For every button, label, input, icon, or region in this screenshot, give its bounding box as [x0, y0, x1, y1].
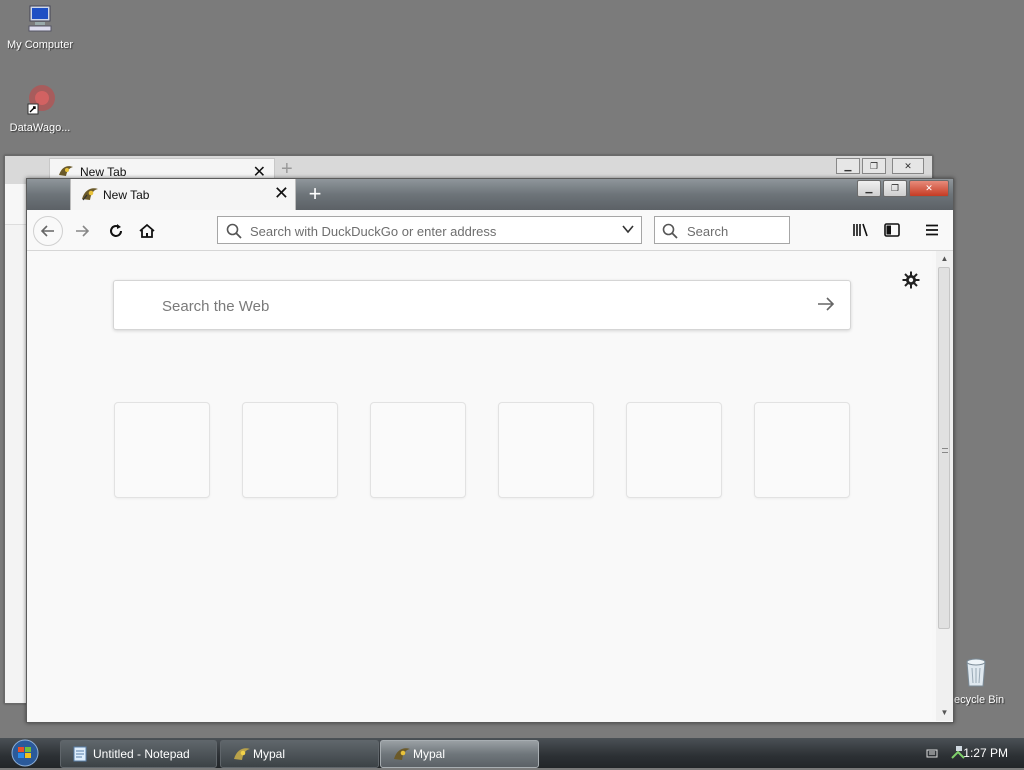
new-tab-page: [27, 251, 932, 721]
address-input[interactable]: [248, 220, 612, 242]
close-button[interactable]: ✕: [909, 180, 949, 197]
notepad-icon: [73, 746, 87, 765]
tab-close-icon[interactable]: ✕: [274, 183, 289, 204]
home-icon: [139, 223, 155, 238]
scrollbar-thumb[interactable]: [938, 267, 950, 629]
vertical-scrollbar[interactable]: ▲ ▼: [936, 251, 953, 721]
window-controls: ▁ ❐ ✕: [857, 180, 949, 197]
arrow-left-icon: [40, 225, 54, 237]
top-site-tile[interactable]: [242, 402, 338, 498]
mypal-favicon-icon: [81, 186, 99, 205]
windows-logo-icon: [11, 739, 39, 767]
top-site-tile[interactable]: [114, 402, 210, 498]
navigation-toolbar: [27, 210, 953, 251]
reload-icon: [110, 224, 122, 237]
search-bar[interactable]: [654, 216, 790, 244]
top-sites-grid: [114, 402, 850, 498]
background-minimize-button[interactable]: ▁: [836, 158, 860, 174]
menu-button[interactable]: [920, 218, 944, 242]
desktop-icon-recycle-bin[interactable]: ecycle Bin: [944, 656, 1024, 706]
search-input[interactable]: [685, 220, 785, 242]
desktop-icon-label: My Computer: [6, 39, 74, 51]
mypal-icon: [393, 746, 411, 765]
scrollbar-grip-icon: [942, 448, 948, 453]
home-button[interactable]: [134, 218, 160, 244]
taskbar-item-mypal-active[interactable]: Mypal: [380, 740, 539, 768]
library-icon: [853, 223, 868, 237]
background-tab-title: New Tab: [80, 165, 127, 179]
tab-new-tab[interactable]: New Tab ✕: [70, 179, 296, 210]
scroll-down-icon[interactable]: ▼: [936, 705, 953, 721]
taskbar-item-label: Untitled - Notepad: [93, 747, 190, 761]
library-button[interactable]: [849, 218, 873, 242]
computer-icon: [0, 3, 80, 36]
titlebar: New Tab ✕ + ▁ ❐ ✕: [27, 179, 953, 210]
arrow-right-icon: [76, 225, 90, 237]
top-site-tile[interactable]: [626, 402, 722, 498]
forward-button[interactable]: [69, 218, 95, 244]
search-icon: [226, 223, 242, 242]
desktop-icon-label: DataWago...: [9, 122, 71, 134]
taskbar-item-mypal[interactable]: Mypal: [220, 740, 379, 768]
background-restore-button[interactable]: ❐: [862, 158, 886, 174]
sidebar-toggle-button[interactable]: [880, 218, 904, 242]
address-bar[interactable]: [217, 216, 642, 244]
sidebar-icon: [884, 223, 900, 237]
top-site-tile[interactable]: [754, 402, 850, 498]
background-close-button[interactable]: ✕: [892, 158, 924, 174]
reload-button[interactable]: [103, 218, 129, 244]
arrow-right-icon[interactable]: [816, 295, 836, 316]
datawagon-shortcut-icon: [0, 84, 80, 119]
mypal-icon: [233, 746, 251, 765]
browser-window[interactable]: New Tab ✕ + ▁ ❐ ✕ Search with DuckDuckGo…: [26, 178, 954, 723]
keyboard-icon[interactable]: [926, 747, 938, 762]
hamburger-menu-icon: [926, 224, 938, 236]
start-button[interactable]: [8, 739, 42, 767]
new-tab-button[interactable]: +: [301, 180, 329, 208]
minimize-button[interactable]: ▁: [857, 180, 881, 197]
clock[interactable]: 1:27 PM: [963, 746, 1008, 760]
taskbar-item-label: Mypal: [413, 747, 446, 761]
taskbar: Untitled - Notepad Mypal Mypal 1:27 PM: [0, 738, 1024, 768]
web-search-input[interactable]: [160, 293, 764, 319]
web-search-box[interactable]: [113, 280, 851, 330]
gear-icon[interactable]: [902, 271, 920, 292]
tab-title: New Tab: [103, 188, 150, 202]
taskbar-item-notepad[interactable]: Untitled - Notepad: [60, 740, 217, 768]
scroll-up-icon[interactable]: ▲: [936, 251, 953, 267]
restore-button[interactable]: ❐: [883, 180, 907, 197]
recycle-bin-icon: [962, 656, 1024, 691]
desktop-icon-datawagon[interactable]: DataWago...: [0, 84, 80, 134]
back-button[interactable]: [33, 216, 63, 246]
system-tray: 1:27 PM: [894, 738, 1024, 768]
chevron-down-icon[interactable]: [621, 222, 635, 239]
top-site-tile[interactable]: [498, 402, 594, 498]
search-icon: [662, 223, 678, 242]
desktop-icon-label: ecycle Bin: [954, 694, 1005, 706]
taskbar-item-label: Mypal: [253, 747, 286, 761]
top-site-tile[interactable]: [370, 402, 466, 498]
desktop-icon-my-computer[interactable]: My Computer: [0, 3, 80, 51]
